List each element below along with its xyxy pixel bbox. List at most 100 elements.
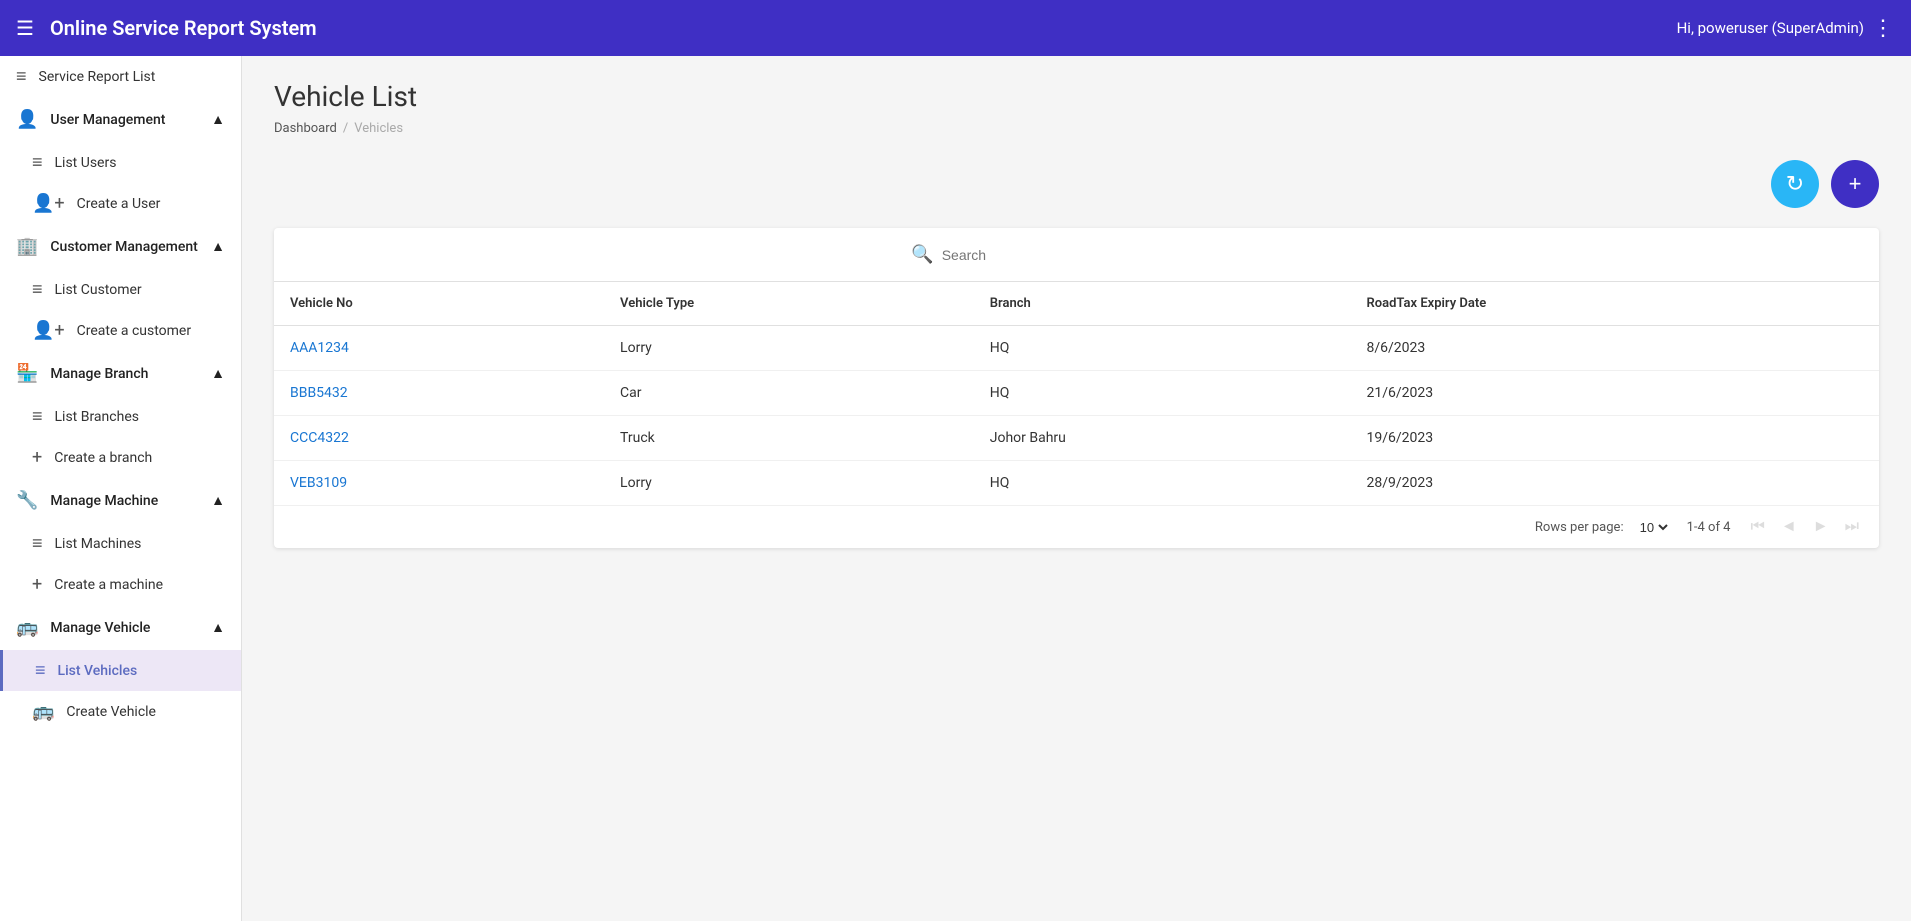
- layout: ≡ Service Report List 👤 User Management …: [0, 56, 1911, 921]
- cell-vehicle-type: Lorry: [604, 326, 974, 371]
- sidebar-item-manage-vehicle[interactable]: 🚌 Manage Vehicle ▲: [0, 605, 241, 650]
- cell-roadtax-expiry: 21/6/2023: [1351, 371, 1879, 416]
- sidebar-item-customer-management[interactable]: 🏢 Customer Management ▲: [0, 224, 241, 269]
- sidebar-item-create-customer[interactable]: 👤+ Create a customer: [0, 310, 241, 351]
- last-page-button[interactable]: ⏭: [1841, 516, 1863, 538]
- list-icon: ≡: [32, 533, 43, 554]
- sidebar-label: Manage Vehicle: [50, 620, 150, 636]
- app-title: Online Service Report System: [50, 16, 1677, 40]
- cell-vehicle-type: Lorry: [604, 461, 974, 506]
- add-machine-icon: +: [32, 574, 42, 595]
- action-buttons: ↻ +: [274, 160, 1879, 208]
- col-vehicle-type: Vehicle Type: [604, 282, 974, 326]
- customer-management-icon: 🏢: [16, 236, 38, 257]
- first-page-button[interactable]: ⏮: [1747, 516, 1769, 538]
- chevron-icon: ▲: [211, 111, 225, 128]
- sidebar: ≡ Service Report List 👤 User Management …: [0, 56, 242, 921]
- pagination: Rows per page: 10 25 50 1-4 of 4 ⏮ ◄ ► ⏭: [274, 505, 1879, 548]
- sidebar-item-manage-machine[interactable]: 🔧 Manage Machine ▲: [0, 478, 241, 523]
- table-row: AAA1234LorryHQ8/6/2023: [274, 326, 1879, 371]
- machine-icon: 🔧: [16, 490, 38, 511]
- breadcrumb-dashboard[interactable]: Dashboard: [274, 121, 337, 136]
- sidebar-label: List Users: [55, 155, 117, 171]
- table-row: CCC4322 TruckJohor Bahru19/6/2023: [274, 416, 1879, 461]
- sidebar-item-list-users[interactable]: ≡ List Users: [0, 142, 241, 183]
- cell-branch: HQ: [974, 461, 1351, 506]
- col-branch: Branch: [974, 282, 1351, 326]
- sidebar-item-user-management[interactable]: 👤 User Management ▲: [0, 97, 241, 142]
- cell-branch: Johor Bahru: [974, 416, 1351, 461]
- sidebar-item-list-machines[interactable]: ≡ List Machines: [0, 523, 241, 564]
- sidebar-label: Create a customer: [77, 323, 191, 339]
- vehicle-icon: 🚌: [16, 617, 38, 638]
- list-icon: ≡: [32, 152, 43, 173]
- chevron-icon: ▲: [211, 238, 225, 255]
- sidebar-label: List Customer: [55, 282, 142, 298]
- vehicle-no-link[interactable]: VEB3109: [290, 475, 347, 491]
- list-icon: ≡: [32, 279, 43, 300]
- cell-roadtax-expiry: 8/6/2023: [1351, 326, 1879, 371]
- sidebar-item-manage-branch[interactable]: 🏪 Manage Branch ▲: [0, 351, 241, 396]
- sidebar-label: List Machines: [55, 536, 142, 552]
- create-customer-icon: 👤+: [32, 320, 65, 341]
- user-management-icon: 👤: [16, 109, 38, 130]
- sidebar-item-list-customer[interactable]: ≡ List Customer: [0, 269, 241, 310]
- add-vehicle-button[interactable]: +: [1831, 160, 1879, 208]
- sidebar-label: Create Vehicle: [66, 704, 156, 720]
- search-icon: 🔍: [911, 244, 933, 265]
- add-branch-icon: +: [32, 447, 42, 468]
- cell-branch: HQ: [974, 371, 1351, 416]
- page-title: Vehicle List: [274, 80, 1879, 113]
- cell-vehicle-type: Truck: [604, 416, 974, 461]
- sidebar-item-create-branch[interactable]: + Create a branch: [0, 437, 241, 478]
- sidebar-label: Manage Machine: [50, 493, 158, 509]
- search-bar: 🔍: [274, 228, 1879, 282]
- table-row: VEB3109 LorryHQ28/9/2023: [274, 461, 1879, 506]
- cell-roadtax-expiry: 19/6/2023: [1351, 416, 1879, 461]
- table-header-row: Vehicle No Vehicle Type Branch RoadTax E…: [274, 282, 1879, 326]
- page-info: 1-4 of 4: [1687, 520, 1731, 535]
- table-row: BBB5432 CarHQ21/6/2023: [274, 371, 1879, 416]
- vehicle-no-link[interactable]: BBB5432: [290, 385, 348, 401]
- cell-vehicle-type: Car: [604, 371, 974, 416]
- sidebar-item-create-vehicle[interactable]: 🚌 Create Vehicle: [0, 691, 241, 732]
- search-input[interactable]: [942, 247, 1242, 263]
- user-greeting: Hi, poweruser (SuperAdmin): [1677, 19, 1864, 37]
- cell-vehicle-no: BBB5432: [274, 371, 604, 416]
- list-icon: ≡: [35, 660, 46, 681]
- breadcrumb-separator: /: [343, 121, 348, 136]
- chevron-icon: ▲: [211, 492, 225, 509]
- rows-per-page-select[interactable]: 10 25 50: [1636, 519, 1671, 536]
- cell-roadtax-expiry: 28/9/2023: [1351, 461, 1879, 506]
- cell-vehicle-no: VEB3109: [274, 461, 604, 506]
- main-content: Vehicle List Dashboard / Vehicles ↻ + 🔍 …: [242, 56, 1911, 921]
- sidebar-label: List Vehicles: [58, 663, 138, 679]
- next-page-button[interactable]: ►: [1809, 516, 1833, 538]
- col-roadtax: RoadTax Expiry Date: [1351, 282, 1879, 326]
- prev-page-button[interactable]: ◄: [1777, 516, 1801, 538]
- topbar-more-icon[interactable]: ⋮: [1872, 16, 1895, 41]
- sidebar-item-create-user[interactable]: 👤+ Create a User: [0, 183, 241, 224]
- vehicle-table: Vehicle No Vehicle Type Branch RoadTax E…: [274, 282, 1879, 505]
- list-icon: ≡: [16, 66, 27, 87]
- cell-vehicle-no: AAA1234: [274, 326, 604, 371]
- create-user-icon: 👤+: [32, 193, 65, 214]
- cell-vehicle-no: CCC4322: [274, 416, 604, 461]
- vehicle-no-link[interactable]: AAA1234: [290, 340, 349, 356]
- sidebar-item-create-machine[interactable]: + Create a machine: [0, 564, 241, 605]
- breadcrumb: Dashboard / Vehicles: [274, 121, 1879, 136]
- list-icon: ≡: [32, 406, 43, 427]
- refresh-button[interactable]: ↻: [1771, 160, 1819, 208]
- sidebar-label: Create a machine: [54, 577, 163, 593]
- menu-icon[interactable]: ☰: [16, 16, 34, 40]
- breadcrumb-vehicles: Vehicles: [354, 121, 403, 136]
- vehicle-table-card: 🔍 Vehicle No Vehicle Type Branch RoadTax…: [274, 228, 1879, 548]
- create-vehicle-icon: 🚌: [32, 701, 54, 722]
- sidebar-label: Service Report List: [39, 69, 156, 85]
- sidebar-item-list-branches[interactable]: ≡ List Branches: [0, 396, 241, 437]
- sidebar-item-list-vehicles[interactable]: ≡ List Vehicles: [0, 650, 241, 691]
- sidebar-label: Customer Management: [50, 239, 197, 255]
- sidebar-item-service-report-list[interactable]: ≡ Service Report List: [0, 56, 241, 97]
- vehicle-no-link[interactable]: CCC4322: [290, 430, 349, 446]
- branch-icon: 🏪: [16, 363, 38, 384]
